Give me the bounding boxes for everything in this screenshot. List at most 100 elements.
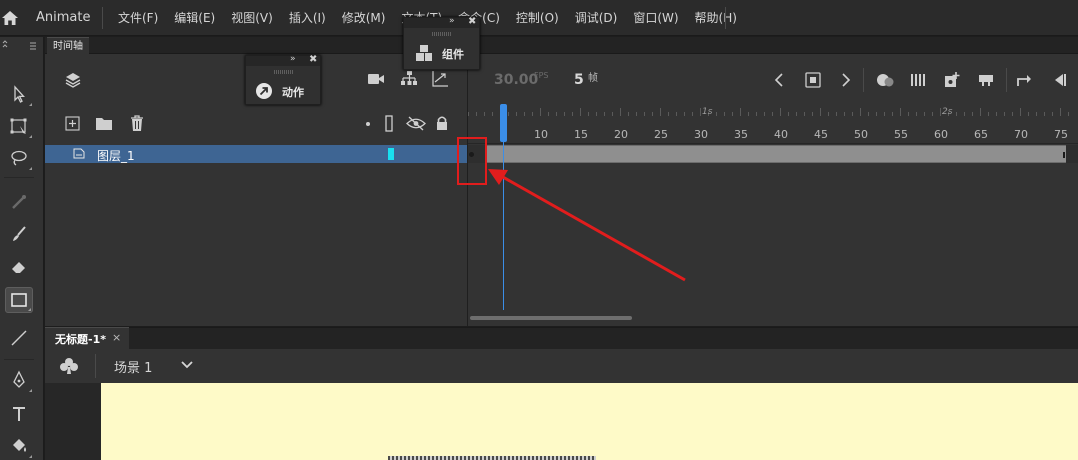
ruler-label: 45 (814, 128, 828, 141)
close-tab-icon[interactable]: × (112, 331, 121, 344)
pen-tool[interactable] (5, 367, 33, 393)
tools-panel (0, 37, 44, 460)
rectangle-tool[interactable] (5, 287, 33, 313)
lasso-tool[interactable] (5, 145, 33, 171)
select-tool[interactable] (5, 81, 33, 107)
paint-bucket-icon (13, 439, 26, 452)
arrow-cursor-icon (14, 85, 25, 103)
ruler-label: 65 (974, 128, 988, 141)
camera-icon[interactable] (367, 71, 385, 87)
new-folder-icon[interactable] (95, 116, 113, 131)
line-icon (11, 330, 27, 346)
scene-bar (45, 349, 1078, 383)
eraser-tool[interactable] (5, 253, 33, 279)
text-tool[interactable] (5, 401, 33, 427)
ruler-ticks (468, 108, 1069, 116)
components-label[interactable]: 组件 (442, 46, 464, 62)
fps-unit: FPS (534, 71, 549, 80)
close-panel-icon[interactable]: ✖ (468, 16, 476, 27)
next-frame-icon[interactable] (840, 73, 852, 87)
frame-unit: 帧 (588, 73, 598, 84)
loop-icon[interactable] (1016, 72, 1034, 88)
paint-bucket-tool[interactable] (5, 189, 33, 215)
home-icon[interactable] (0, 9, 20, 27)
layer-page-icon (73, 148, 85, 159)
actions-panel: » ✖ 动作 (245, 54, 321, 105)
panel-grip[interactable] (274, 70, 294, 74)
stage-canvas[interactable] (101, 383, 1078, 460)
delete-layer-icon[interactable] (129, 115, 145, 132)
ruler-label: 20 (614, 128, 628, 141)
toolbar-collapse-icon[interactable] (2, 39, 42, 53)
ruler-label: 10 (534, 128, 548, 141)
line-tool[interactable] (5, 325, 33, 351)
new-layer-icon[interactable] (65, 116, 80, 131)
expand-panel-icon[interactable]: » (449, 16, 455, 26)
document-tab-label[interactable]: 无标题-1* (55, 331, 106, 347)
menu-view[interactable]: 视图(V) (223, 0, 281, 36)
eraser-icon (12, 262, 25, 273)
transform-icon (10, 118, 27, 134)
actions-icon[interactable] (255, 82, 273, 100)
edit-multiple-frames-icon[interactable] (910, 72, 928, 88)
end-frame-marker (1063, 152, 1065, 158)
outline-toggle-icon[interactable] (384, 115, 394, 132)
ruler-label: 60 (934, 128, 948, 141)
fill-tool[interactable] (5, 433, 33, 459)
menu-window[interactable]: 窗口(W) (625, 0, 686, 36)
ruler-second-label: 1s (702, 107, 713, 117)
menu-debug[interactable]: 调试(D) (567, 0, 626, 36)
menu-control[interactable]: 控制(O) (508, 0, 567, 36)
ruler-label: 15 (574, 128, 588, 141)
timeline-horizontal-scrollbar[interactable] (470, 316, 632, 320)
visibility-hidden-icon[interactable] (406, 116, 426, 131)
pen-icon (13, 370, 25, 388)
menu-file[interactable]: 文件(F) (110, 0, 166, 36)
menu-insert[interactable]: 插入(I) (281, 0, 334, 36)
lock-icon[interactable] (435, 115, 449, 131)
layer-name[interactable]: 图层_1 (97, 147, 135, 164)
panel-grip[interactable] (432, 32, 452, 36)
edit-symbols-icon[interactable] (59, 357, 79, 375)
annotation-arrow (488, 169, 686, 282)
playhead-handle[interactable] (500, 104, 507, 142)
menu-edit[interactable]: 编辑(E) (166, 0, 223, 36)
scene-bar-divider (95, 354, 96, 378)
show-all-dot-icon[interactable] (364, 120, 372, 128)
onion-skin-icon[interactable] (875, 72, 895, 88)
layer-color-swatch[interactable] (388, 148, 394, 160)
go-to-first-frame-icon[interactable] (1052, 73, 1068, 87)
rectangle-icon (11, 293, 27, 307)
menu-help[interactable]: 帮助(H) (687, 0, 745, 36)
previous-frame-icon[interactable] (773, 73, 785, 87)
chevron-down-icon[interactable] (180, 358, 194, 372)
text-icon (13, 407, 25, 421)
close-panel-icon[interactable]: ✖ (309, 54, 317, 65)
expand-panel-icon[interactable]: » (290, 54, 296, 64)
ruler-label: 50 (854, 128, 868, 141)
brush-tool[interactable] (5, 221, 33, 247)
insert-frame-icon[interactable] (977, 72, 995, 88)
layers-icon[interactable] (64, 71, 82, 89)
ruler-label: 40 (774, 128, 788, 141)
scene-name[interactable]: 场景 1 (114, 357, 152, 376)
actions-label[interactable]: 动作 (282, 84, 304, 100)
app-name: Animate (36, 10, 91, 25)
ruler-second-label: 2s (942, 107, 953, 117)
ruler-label: 55 (894, 128, 908, 141)
menubar-divider (102, 7, 103, 29)
graph-editor-icon[interactable] (431, 70, 449, 88)
timeline-divider[interactable] (467, 54, 468, 326)
tab-timeline[interactable]: 时间轴 (47, 37, 89, 54)
free-transform-tool[interactable] (5, 113, 33, 139)
layer-parenting-icon[interactable] (400, 70, 418, 88)
menu-modify[interactable]: 修改(M) (334, 0, 394, 36)
ruler-label: 35 (734, 128, 748, 141)
fps-value[interactable]: 30.00 (494, 72, 538, 88)
components-icon[interactable] (415, 44, 433, 62)
insert-keyframe-icon[interactable] (943, 71, 961, 89)
timeline-tab-bar: 时间轴 (45, 37, 1078, 54)
current-frame-value[interactable]: 5 (574, 72, 584, 88)
ruler-label: 70 (1014, 128, 1028, 141)
stop-icon[interactable] (805, 72, 821, 88)
